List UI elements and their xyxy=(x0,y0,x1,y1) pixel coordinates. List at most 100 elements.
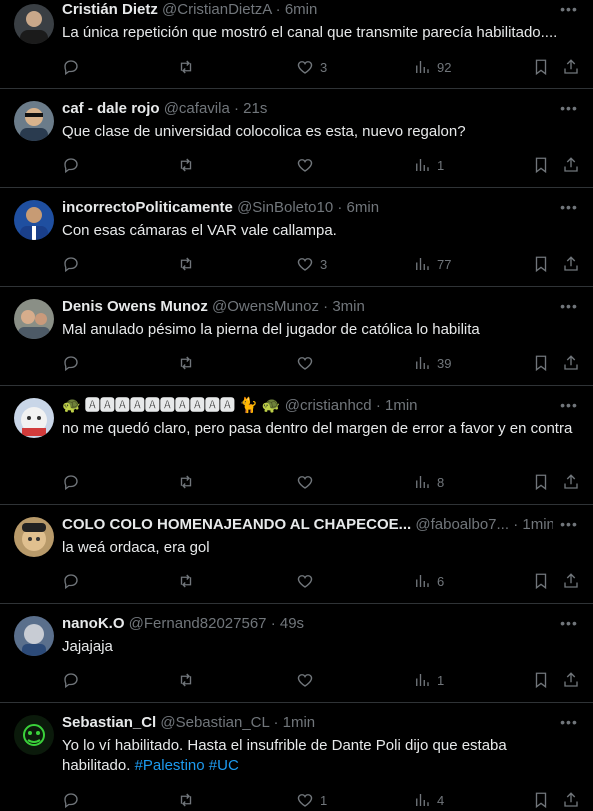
tweet-text: Que clase de universidad colocolica es e… xyxy=(62,123,466,140)
hashtags[interactable]: #Palestino #UC xyxy=(135,757,239,774)
timestamp[interactable]: 49s xyxy=(280,615,304,632)
avatar[interactable] xyxy=(14,616,54,656)
tweet[interactable]: 🐢 🅰🅰🅰🅰🅰🅰🅰🅰🅰🅰 🐈 🐢 @cristianhcd · 1min •••… xyxy=(0,386,593,505)
handle[interactable]: @cafavila xyxy=(164,100,230,117)
reply-button[interactable] xyxy=(62,471,80,493)
reply-button[interactable] xyxy=(62,253,80,275)
handle[interactable]: @Fernand82027567 xyxy=(129,615,267,632)
share-button[interactable] xyxy=(562,669,580,691)
like-button[interactable]: 3 xyxy=(296,253,327,275)
display-name[interactable]: Denis Owens Munoz xyxy=(62,298,208,315)
retweet-button[interactable] xyxy=(177,789,195,811)
avatar[interactable] xyxy=(14,299,54,339)
views-button[interactable]: 1 xyxy=(413,669,444,691)
views-button[interactable]: 6 xyxy=(413,570,444,592)
like-button[interactable] xyxy=(296,352,314,374)
avatar[interactable] xyxy=(14,101,54,141)
reply-button[interactable] xyxy=(62,352,80,374)
tweet[interactable]: incorrectoPoliticamente @SinBoleto10 · 6… xyxy=(0,188,593,287)
tweet[interactable]: Denis Owens Munoz @OwensMunoz · 3min •••… xyxy=(0,287,593,386)
retweet-button[interactable] xyxy=(177,669,195,691)
reply-button[interactable] xyxy=(62,570,80,592)
bookmark-button[interactable] xyxy=(532,669,550,691)
timestamp[interactable]: 1min xyxy=(283,714,316,731)
more-icon[interactable]: ••• xyxy=(559,517,579,537)
display-name[interactable]: nanoK.O xyxy=(62,615,125,632)
views-button[interactable]: 1 xyxy=(413,154,444,176)
share-button[interactable] xyxy=(562,56,580,78)
like-button[interactable]: 1 xyxy=(296,789,327,811)
bookmark-button[interactable] xyxy=(532,570,550,592)
retweet-button[interactable] xyxy=(177,253,195,275)
tweet[interactable]: Cristián Dietz @CristianDietzA · 6min ••… xyxy=(0,0,593,89)
reply-button[interactable] xyxy=(62,669,80,691)
handle[interactable]: @Sebastian_CL xyxy=(160,714,269,731)
views-button[interactable]: 4 xyxy=(413,789,444,811)
bookmark-button[interactable] xyxy=(532,154,550,176)
display-name[interactable]: Sebastian_Cl xyxy=(62,714,156,731)
like-button[interactable] xyxy=(296,471,314,493)
reply-button[interactable] xyxy=(62,154,80,176)
handle[interactable]: @CristianDietzA xyxy=(162,1,271,18)
views-button[interactable]: 77 xyxy=(413,253,451,275)
action-bar: 3 77 xyxy=(0,253,593,275)
timestamp[interactable]: 6min xyxy=(347,199,380,216)
more-icon[interactable]: ••• xyxy=(559,715,579,735)
display-name[interactable]: Cristián Dietz xyxy=(62,1,158,18)
handle[interactable]: @SinBoleto10 xyxy=(237,199,333,216)
bookmark-button[interactable] xyxy=(532,56,550,78)
handle[interactable]: @cristianhcd xyxy=(285,397,372,414)
share-button[interactable] xyxy=(562,789,580,811)
reply-button[interactable] xyxy=(62,789,80,811)
tweet[interactable]: nanoK.O @Fernand82027567 · 49s ••• Jajaj… xyxy=(0,604,593,703)
tweet[interactable]: caf - dale rojo @cafavila · 21s ••• Que … xyxy=(0,89,593,188)
share-button[interactable] xyxy=(562,253,580,275)
timestamp[interactable]: 1min xyxy=(385,397,418,414)
avatar[interactable] xyxy=(14,398,54,438)
timestamp[interactable]: 6min xyxy=(285,1,318,18)
share-button[interactable] xyxy=(562,570,580,592)
tweet[interactable]: COLO COLO HOMENAJEANDO AL CHAPECOE... @f… xyxy=(0,505,593,604)
timestamp[interactable]: 21s xyxy=(243,100,267,117)
views-button[interactable]: 39 xyxy=(413,352,451,374)
bookmark-button[interactable] xyxy=(532,471,550,493)
tweet-text: Con esas cámaras el VAR vale callampa. xyxy=(62,222,337,239)
retweet-button[interactable] xyxy=(177,56,195,78)
avatar[interactable] xyxy=(14,517,54,557)
bookmark-button[interactable] xyxy=(532,352,550,374)
display-name[interactable]: incorrectoPoliticamente xyxy=(62,199,233,216)
display-name[interactable]: caf - dale rojo xyxy=(62,100,160,117)
more-icon[interactable]: ••• xyxy=(559,200,579,220)
more-icon[interactable]: ••• xyxy=(559,2,579,22)
bookmark-button[interactable] xyxy=(532,789,550,811)
more-icon[interactable]: ••• xyxy=(559,299,579,319)
handle[interactable]: @faboalbo7... xyxy=(415,516,509,533)
display-name[interactable]: 🐢 🅰🅰🅰🅰🅰🅰🅰🅰🅰🅰 🐈 🐢 xyxy=(62,397,281,414)
like-button[interactable] xyxy=(296,669,314,691)
retweet-button[interactable] xyxy=(177,570,195,592)
share-button[interactable] xyxy=(562,471,580,493)
more-icon[interactable]: ••• xyxy=(559,398,579,418)
retweet-button[interactable] xyxy=(177,352,195,374)
views-button[interactable]: 8 xyxy=(413,471,444,493)
timestamp[interactable]: 3min xyxy=(332,298,365,315)
views-button[interactable]: 92 xyxy=(413,56,451,78)
tweet[interactable]: Sebastian_Cl @Sebastian_CL · 1min ••• Yo… xyxy=(0,703,593,809)
bookmark-button[interactable] xyxy=(532,253,550,275)
timestamp[interactable]: 1min xyxy=(522,516,553,533)
avatar[interactable] xyxy=(14,715,54,755)
avatar[interactable] xyxy=(14,200,54,240)
more-icon[interactable]: ••• xyxy=(559,101,579,121)
share-button[interactable] xyxy=(562,352,580,374)
reply-button[interactable] xyxy=(62,56,80,78)
handle[interactable]: @OwensMunoz xyxy=(212,298,319,315)
retweet-button[interactable] xyxy=(177,471,195,493)
avatar[interactable] xyxy=(14,4,54,44)
share-button[interactable] xyxy=(562,154,580,176)
more-icon[interactable]: ••• xyxy=(559,616,579,636)
like-button[interactable]: 3 xyxy=(296,56,327,78)
retweet-button[interactable] xyxy=(177,154,195,176)
like-button[interactable] xyxy=(296,154,314,176)
display-name[interactable]: COLO COLO HOMENAJEANDO AL CHAPECOE... xyxy=(62,516,411,533)
like-button[interactable] xyxy=(296,570,314,592)
